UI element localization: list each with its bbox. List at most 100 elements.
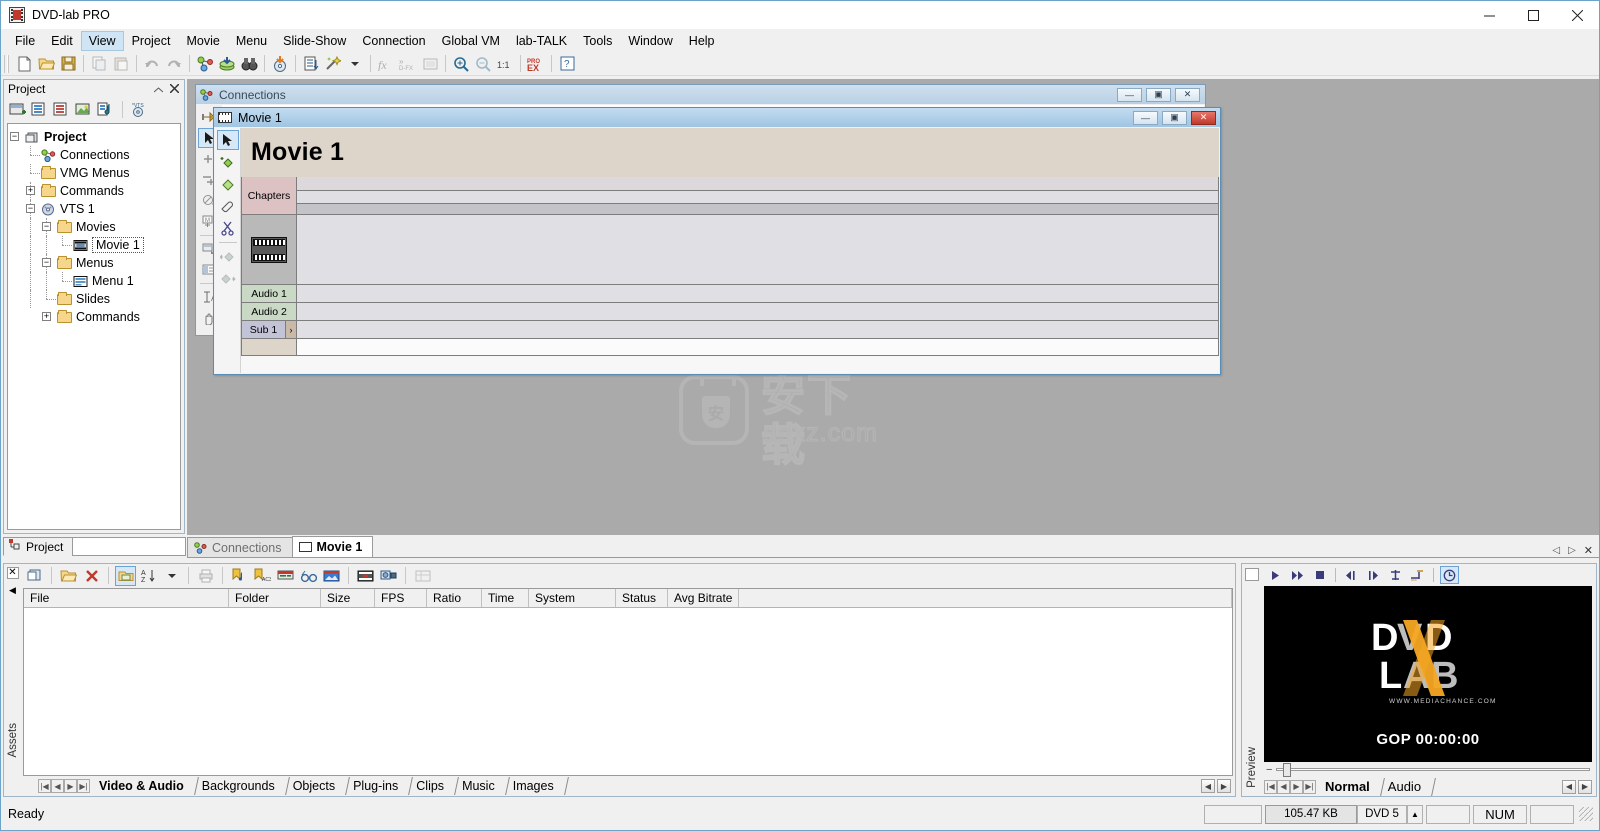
column-header-ratio[interactable]: Ratio (427, 589, 482, 607)
minus-toggle-icon[interactable]: − (10, 132, 19, 141)
track-lane[interactable] (297, 321, 1219, 339)
tab-connections[interactable]: Connections (187, 537, 293, 557)
assets-collapse-button[interactable]: ◀ (9, 585, 16, 596)
track-lane[interactable] (297, 303, 1219, 321)
menu-item-connection[interactable]: Connection (354, 31, 433, 51)
connections-minimize-button[interactable]: — (1117, 87, 1142, 102)
assets-close-button[interactable]: ✕ (6, 567, 19, 579)
tree-toggle[interactable]: − (40, 218, 56, 236)
scroll-right-button[interactable]: ▶ (1217, 779, 1231, 793)
wizard-dropdown-arrow[interactable] (344, 53, 366, 74)
track-label[interactable]: Audio 1 (241, 285, 297, 303)
connections-close-button[interactable]: ✕ (1175, 87, 1200, 102)
scroll-left-button[interactable]: ◀ (1201, 779, 1215, 793)
maximize-button[interactable] (1511, 1, 1555, 29)
copy-icon[interactable] (88, 53, 110, 74)
eraser-tool-icon[interactable] (217, 196, 239, 216)
frame-icon[interactable] (419, 53, 441, 74)
track-audio-1[interactable]: Audio 1 (241, 285, 1219, 303)
delete-red-x-icon[interactable] (81, 566, 102, 586)
track-ruler[interactable] (297, 204, 1219, 215)
zoom-in-icon[interactable] (450, 53, 472, 74)
tree-item-project[interactable]: − Project (8, 128, 180, 146)
column-header-size[interactable]: Size (321, 589, 375, 607)
tree-toggle[interactable]: − (8, 128, 24, 146)
minus-toggle-icon[interactable]: − (26, 204, 35, 213)
movie-window[interactable]: Movie 1 — ▣ ✕ Movie 1 Chapters Audio 1 A… (213, 107, 1221, 375)
arrow-select-tool-icon[interactable] (216, 130, 239, 150)
plus-toggle-icon[interactable]: + (26, 186, 35, 195)
last-tab-button[interactable]: ▶| (77, 779, 90, 793)
track-video[interactable] (241, 215, 1219, 285)
track-lane[interactable] (297, 177, 1219, 191)
play-button[interactable] (1266, 566, 1285, 584)
tree-item-movie-1[interactable]: Movie 1 (8, 236, 180, 254)
resize-grip[interactable] (1579, 807, 1593, 821)
tree-item-commands-vts[interactable]: + Commands (8, 308, 180, 326)
wizard-wand-icon[interactable] (322, 53, 344, 74)
image-icon[interactable] (321, 566, 342, 586)
scrubber-track[interactable] (1276, 763, 1590, 777)
menu-item-tools[interactable]: Tools (575, 31, 620, 51)
tree-item-vmg-menus[interactable]: VMG Menus (8, 164, 180, 182)
tree-item-menus[interactable]: − Menus (8, 254, 180, 272)
track-lane[interactable] (297, 191, 1219, 204)
assets-tab-objects[interactable]: Objects (284, 777, 344, 795)
tab-prev-button[interactable]: ◁ (1552, 545, 1560, 556)
assets-tab-backgrounds[interactable]: Backgrounds (193, 777, 284, 795)
prev-chapter-tool-icon[interactable] (217, 247, 239, 267)
menu-item-project[interactable]: Project (124, 31, 179, 51)
tree-toggle[interactable]: − (24, 200, 40, 218)
sort-az-icon[interactable]: AZ (138, 566, 159, 586)
first-tab-button[interactable]: |◀ (38, 779, 51, 793)
binoculars-icon[interactable] (238, 53, 260, 74)
menu-item-lab-talk[interactable]: lab-TALK (508, 31, 575, 51)
assets-tab-clips[interactable]: Clips (407, 777, 453, 795)
stop-button[interactable] (1310, 566, 1329, 584)
close-button[interactable] (1555, 1, 1599, 29)
minus-toggle-icon[interactable]: − (42, 222, 51, 231)
last-tab-button[interactable]: ▶| (1303, 779, 1316, 794)
fx-icon[interactable]: fx (375, 53, 397, 74)
assets-table-body[interactable] (24, 608, 1232, 775)
tree-toggle[interactable]: − (40, 254, 56, 272)
menu-item-help[interactable]: Help (681, 31, 723, 51)
movie-window-titlebar[interactable]: Movie 1 — ▣ ✕ (214, 108, 1220, 127)
undo-icon[interactable] (141, 53, 163, 74)
plus-toggle-icon[interactable]: + (42, 312, 51, 321)
assets-tab-music[interactable]: Music (453, 777, 504, 795)
fast-forward-button[interactable] (1288, 566, 1307, 584)
track-blank[interactable] (241, 339, 1219, 356)
pro-ex-icon[interactable]: PRO EX (525, 53, 547, 74)
tree-item-connections[interactable]: Connections (8, 146, 180, 164)
step-back-button[interactable] (1342, 566, 1361, 584)
menu-item-file[interactable]: File (7, 31, 43, 51)
status-field-disc[interactable]: DVD 5 (1357, 804, 1407, 824)
add-vmg-menu-icon[interactable] (52, 99, 72, 119)
timecode-clock-button[interactable] (1440, 566, 1459, 584)
step-forward-button[interactable] (1364, 566, 1383, 584)
scroll-right-button[interactable]: ▶ (1578, 779, 1592, 794)
tree-item-vts-1[interactable]: − VTS 1 (8, 200, 180, 218)
column-header-avg-bitrate[interactable]: Avg Bitrate (668, 589, 739, 607)
properties-list-icon[interactable] (300, 53, 322, 74)
track-audio-2[interactable]: Audio 2 (241, 303, 1219, 321)
open-folder-icon[interactable] (58, 566, 79, 586)
column-header-fps[interactable]: FPS (375, 589, 427, 607)
track-chapters[interactable]: Chapters (241, 177, 1219, 215)
connections-restore-button[interactable]: ▣ (1146, 87, 1171, 102)
tree-toggle[interactable]: + (24, 182, 40, 200)
track-lane[interactable] (297, 215, 1219, 285)
assets-table[interactable]: File Folder Size FPS Ratio Time System S… (23, 588, 1233, 776)
scrubber-thumb[interactable] (1283, 763, 1292, 777)
tab-close-button[interactable]: ✕ (1584, 544, 1593, 557)
assets-tab-plug-ins[interactable]: Plug-ins (344, 777, 407, 795)
paste-icon[interactable] (110, 53, 132, 74)
vts-icon[interactable]: *VTS (129, 99, 149, 119)
preview-tab-audio[interactable]: Audio (1379, 778, 1430, 796)
browse-folder-icon[interactable] (115, 565, 136, 586)
menu-item-view[interactable]: View (80, 30, 124, 51)
add-file-icon[interactable] (24, 566, 45, 586)
encoder-icon[interactable] (378, 566, 399, 586)
tree-item-menu-1[interactable]: Menu 1 (8, 272, 180, 290)
